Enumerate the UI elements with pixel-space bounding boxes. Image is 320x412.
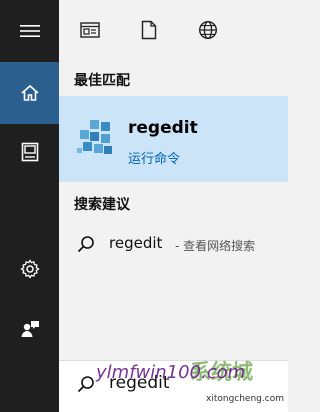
- best-match-subtitle: 运行命令: [128, 152, 181, 167]
- hamburger-menu-icon: [19, 25, 40, 37]
- documents-filter-icon: [141, 20, 157, 40]
- best-match-result[interactable]: regedit 运行命令: [59, 96, 288, 182]
- notebook-icon: [21, 142, 38, 162]
- search-icon: [77, 236, 94, 253]
- best-match-heading: 最佳匹配: [74, 73, 130, 89]
- documents-filter-button[interactable]: [137, 18, 161, 42]
- hamburger-menu-button[interactable]: [0, 0, 59, 62]
- regedit-cubes-icon: [77, 120, 112, 154]
- best-match-title: regedit: [128, 118, 198, 138]
- suggestion-query: regedit: [109, 234, 163, 252]
- home-button[interactable]: [0, 62, 59, 124]
- search-box-icon: [77, 376, 94, 393]
- suggestion-hint: - 查看网络搜索: [175, 239, 256, 253]
- search-box[interactable]: regedit: [59, 360, 288, 412]
- suggestions-heading: 搜索建议: [74, 197, 130, 213]
- web-filter-button[interactable]: [196, 18, 220, 42]
- suggestion-item[interactable]: regedit - 查看网络搜索: [59, 224, 288, 266]
- home-icon: [20, 84, 39, 101]
- filter-bar: [59, 0, 288, 62]
- feedback-button[interactable]: [0, 302, 59, 356]
- web-filter-icon: [198, 20, 218, 40]
- notebook-button[interactable]: [0, 124, 59, 180]
- search-input[interactable]: regedit: [109, 373, 170, 393]
- settings-gear-icon: [19, 259, 40, 279]
- start-search-panel: 最佳匹配 regedit 运行命令 搜索建议 regedit - 查看网络搜索: [0, 0, 288, 412]
- apps-filter-button[interactable]: [78, 18, 102, 42]
- apps-filter-icon: [80, 22, 100, 38]
- left-rail: [0, 0, 59, 412]
- user-feedback-icon: [21, 321, 39, 337]
- settings-button[interactable]: [0, 242, 59, 296]
